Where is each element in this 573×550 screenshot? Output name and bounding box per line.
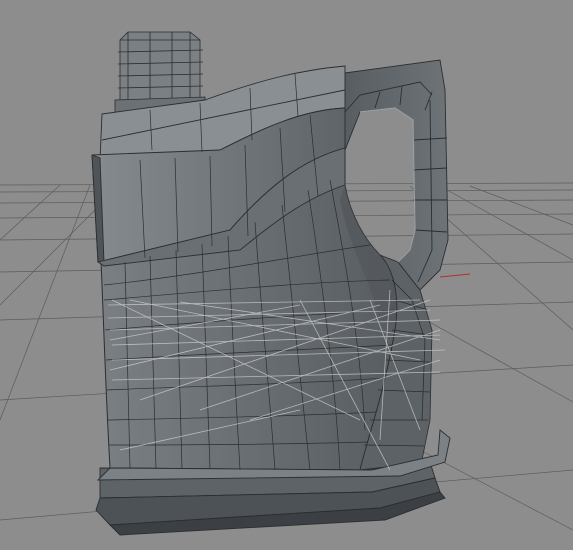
3d-viewport[interactable]	[0, 0, 573, 550]
viewport-canvas[interactable]	[0, 0, 573, 550]
world-x-axis	[439, 273, 471, 278]
